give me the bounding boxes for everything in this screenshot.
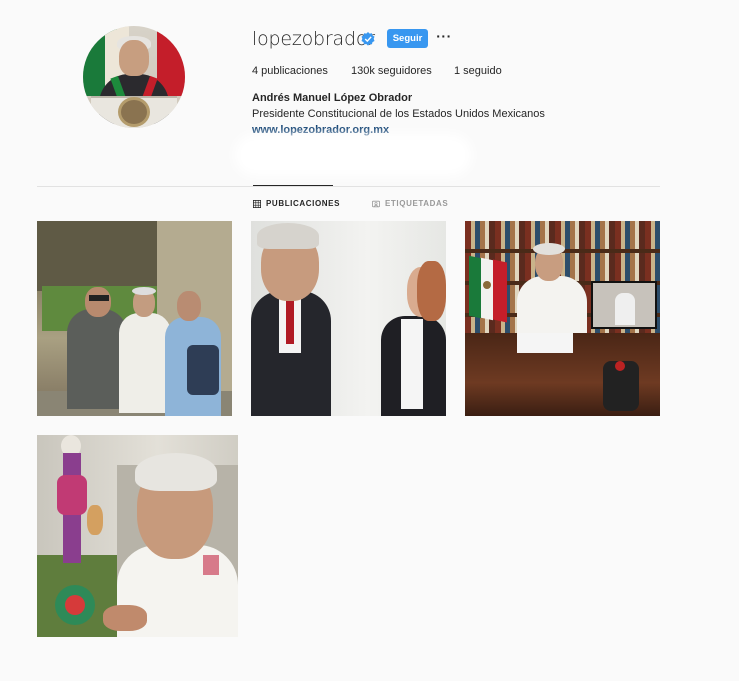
followers-count[interactable]: 130k seguidores: [351, 65, 432, 77]
profile-full-name: Andrés Manuel López Obrador: [252, 92, 413, 104]
profile-website-link[interactable]: www.lopezobrador.org.mx: [252, 124, 389, 136]
tag-icon: [372, 200, 380, 207]
post-thumbnail-1[interactable]: [37, 221, 232, 416]
tab-publicaciones[interactable]: PUBLICACIONES: [253, 199, 340, 208]
grid-icon: [253, 199, 261, 208]
following-count[interactable]: 1 seguido: [454, 65, 502, 77]
verified-badge-icon: [361, 32, 375, 46]
tab-etiquetadas[interactable]: ETIQUETADAS: [372, 199, 448, 208]
posts-count: 4 publicaciones: [252, 65, 328, 77]
post-thumbnail-2[interactable]: [251, 221, 446, 416]
active-tab-indicator: [253, 185, 333, 186]
profile-username: lopezobrador: [252, 28, 375, 50]
blurred-region: [240, 140, 466, 170]
tabs-divider: [37, 186, 660, 187]
more-options-button[interactable]: ···: [436, 28, 452, 44]
tab-label: ETIQUETADAS: [385, 199, 449, 208]
post-thumbnail-4[interactable]: [37, 435, 238, 637]
tab-label: PUBLICACIONES: [266, 199, 341, 208]
profile-bio: Presidente Constitucional de los Estados…: [252, 108, 545, 120]
follow-button[interactable]: Seguir: [387, 29, 428, 48]
profile-avatar[interactable]: [83, 26, 185, 128]
post-thumbnail-3[interactable]: [465, 221, 660, 416]
